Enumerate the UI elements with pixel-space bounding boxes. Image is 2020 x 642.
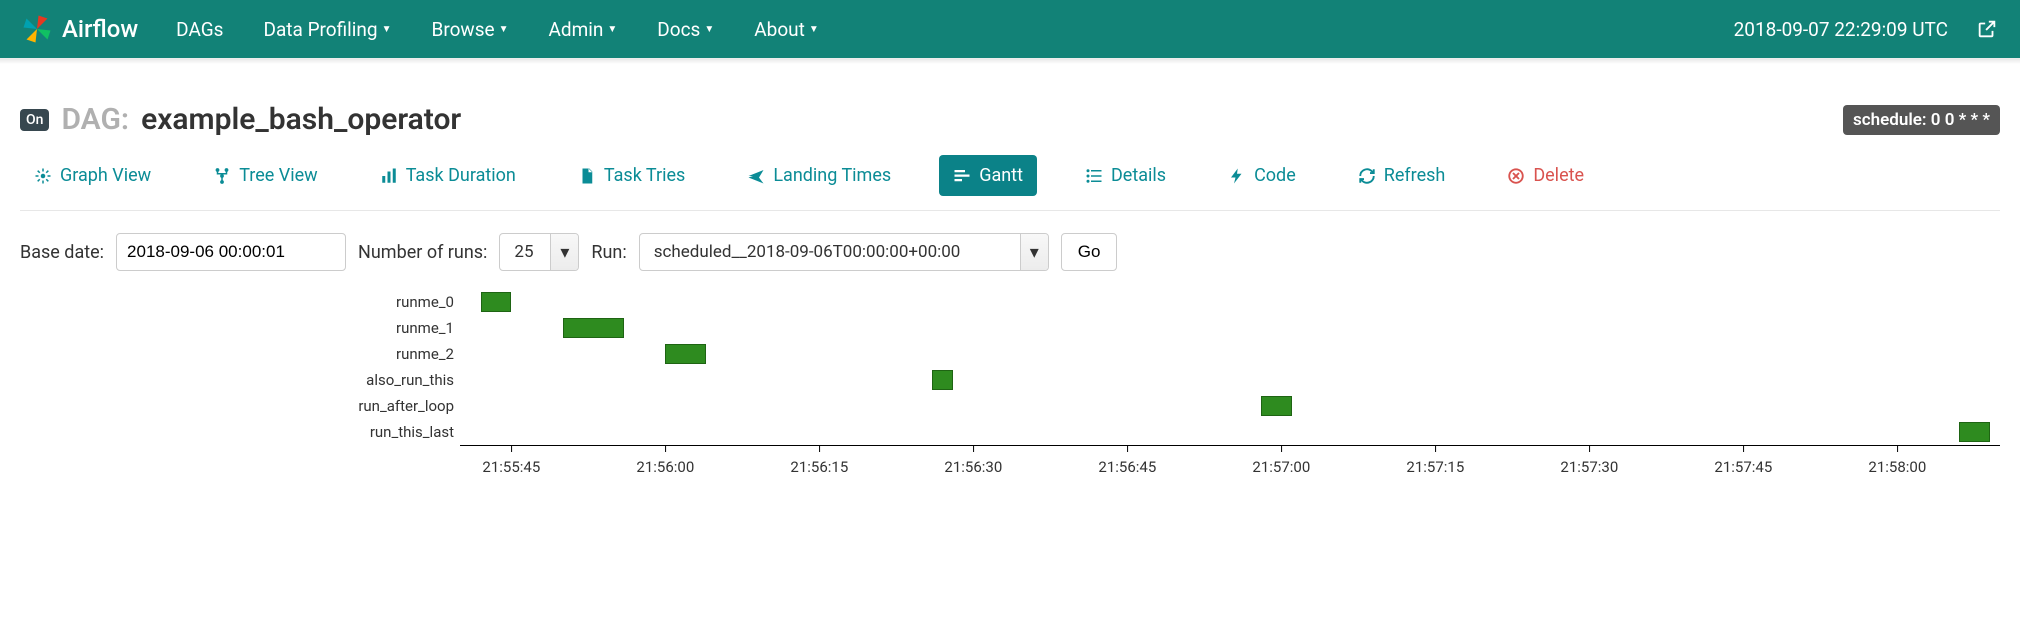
- gantt-row-label: also_run_this: [366, 367, 454, 393]
- gantt-y-labels: runme_0runme_1runme_2also_run_thisrun_af…: [40, 289, 460, 486]
- go-button[interactable]: Go: [1061, 233, 1118, 271]
- tab-landing-times[interactable]: Landing Times: [733, 155, 905, 196]
- x-tick: 21:57:30: [1560, 446, 1618, 476]
- gantt-bar[interactable]: [665, 344, 706, 364]
- tab-refresh[interactable]: Refresh: [1344, 155, 1460, 196]
- tree-icon: [213, 167, 231, 185]
- gantt-row: [460, 341, 2000, 367]
- plane-icon: [747, 167, 765, 185]
- x-tick: 21:57:00: [1252, 446, 1310, 476]
- gantt-row: [460, 289, 2000, 315]
- gantt-row-label: runme_1: [396, 315, 454, 341]
- chevron-down-icon[interactable]: ▾: [550, 234, 578, 270]
- dag-id: example_bash_operator: [141, 102, 461, 137]
- x-tick: 21:56:45: [1098, 446, 1156, 476]
- brand[interactable]: Airflow: [22, 14, 138, 44]
- gantt-row-label: run_this_last: [370, 419, 454, 445]
- tab-row: Graph View Tree View Task Duration Task …: [20, 147, 2000, 211]
- gantt-row: [460, 315, 2000, 341]
- tab-graph-view[interactable]: Graph View: [20, 155, 165, 196]
- x-tick: 21:55:45: [482, 446, 540, 476]
- num-runs-label: Number of runs:: [358, 242, 487, 263]
- tab-task-tries[interactable]: Task Tries: [564, 155, 699, 196]
- gantt-row-label: runme_0: [396, 289, 454, 315]
- brand-text: Airflow: [62, 15, 138, 43]
- base-date-input[interactable]: [116, 233, 346, 271]
- chevron-down-icon: ▼: [382, 24, 392, 35]
- nav-items: DAGs Data Profiling▼ Browse▼ Admin▼ Docs…: [176, 18, 1733, 41]
- gantt-row: [460, 393, 2000, 419]
- gantt-row: [460, 367, 2000, 393]
- navbar: Airflow DAGs Data Profiling▼ Browse▼ Adm…: [0, 0, 2020, 58]
- chevron-down-icon: ▼: [809, 24, 819, 35]
- refresh-icon: [1358, 167, 1376, 185]
- filter-form: Base date: Number of runs: 25 ▾ Run: sch…: [20, 211, 2000, 289]
- tab-tree-view[interactable]: Tree View: [199, 155, 331, 196]
- gantt-bar[interactable]: [563, 318, 625, 338]
- lightning-icon: [1228, 167, 1246, 185]
- base-date-label: Base date:: [20, 242, 104, 263]
- nav-docs[interactable]: Docs▼: [657, 18, 714, 41]
- gantt-row-label: runme_2: [396, 341, 454, 367]
- gantt-plot-rows: [460, 289, 2000, 446]
- gantt-bar[interactable]: [1261, 396, 1292, 416]
- gantt-bar[interactable]: [1959, 422, 1990, 442]
- external-link-icon[interactable]: [1976, 18, 1998, 40]
- schedule-badge[interactable]: schedule: 0 0 * * *: [1843, 105, 2000, 135]
- tab-code[interactable]: Code: [1214, 155, 1310, 196]
- dag-on-toggle[interactable]: On: [20, 109, 49, 131]
- x-tick: 21:56:15: [790, 446, 848, 476]
- nav-right: 2018-09-07 22:29:09 UTC: [1734, 18, 1998, 41]
- nav-data-profiling[interactable]: Data Profiling▼: [264, 18, 392, 41]
- run-label: Run:: [591, 242, 626, 263]
- gantt-row: [460, 419, 2000, 445]
- list-icon: [1085, 167, 1103, 185]
- airflow-logo-icon: [22, 14, 52, 44]
- chevron-down-icon: ▼: [607, 24, 617, 35]
- nav-admin[interactable]: Admin▼: [548, 18, 617, 41]
- document-icon: [578, 167, 596, 185]
- tab-gantt[interactable]: Gantt: [939, 155, 1037, 196]
- x-tick: 21:56:00: [636, 446, 694, 476]
- run-select[interactable]: scheduled__2018-09-06T00:00:00+00:00 ▾: [639, 233, 1049, 271]
- gantt-icon: [953, 167, 971, 185]
- delete-icon: [1507, 167, 1525, 185]
- dag-header: On DAG: example_bash_operator schedule: …: [20, 102, 2000, 137]
- tab-details[interactable]: Details: [1071, 155, 1180, 196]
- gantt-bar[interactable]: [932, 370, 953, 390]
- chevron-down-icon: ▼: [499, 24, 509, 35]
- gantt-row-label: run_after_loop: [358, 393, 454, 419]
- num-runs-select[interactable]: 25 ▾: [499, 233, 579, 271]
- gantt-x-axis: 21:55:45 21:56:00 21:56:15 21:56:30 21:56:45…: [460, 446, 2000, 486]
- clock: 2018-09-07 22:29:09 UTC: [1734, 18, 1948, 41]
- chevron-down-icon[interactable]: ▾: [1020, 234, 1048, 270]
- gantt-chart: runme_0runme_1runme_2also_run_thisrun_af…: [40, 289, 2000, 486]
- tab-delete[interactable]: Delete: [1493, 155, 1598, 196]
- dag-label: DAG:: [61, 102, 129, 137]
- x-tick: 21:57:45: [1714, 446, 1772, 476]
- x-tick: 21:58:00: [1868, 446, 1926, 476]
- nav-dags[interactable]: DAGs: [176, 18, 223, 41]
- bar-chart-icon: [380, 167, 398, 185]
- x-tick: 21:57:15: [1406, 446, 1464, 476]
- nav-browse[interactable]: Browse▼: [431, 18, 508, 41]
- tab-task-duration[interactable]: Task Duration: [366, 155, 530, 196]
- burst-icon: [34, 167, 52, 185]
- gantt-bar[interactable]: [481, 292, 512, 312]
- chevron-down-icon: ▼: [704, 24, 714, 35]
- x-tick: 21:56:30: [944, 446, 1002, 476]
- nav-about[interactable]: About▼: [754, 18, 819, 41]
